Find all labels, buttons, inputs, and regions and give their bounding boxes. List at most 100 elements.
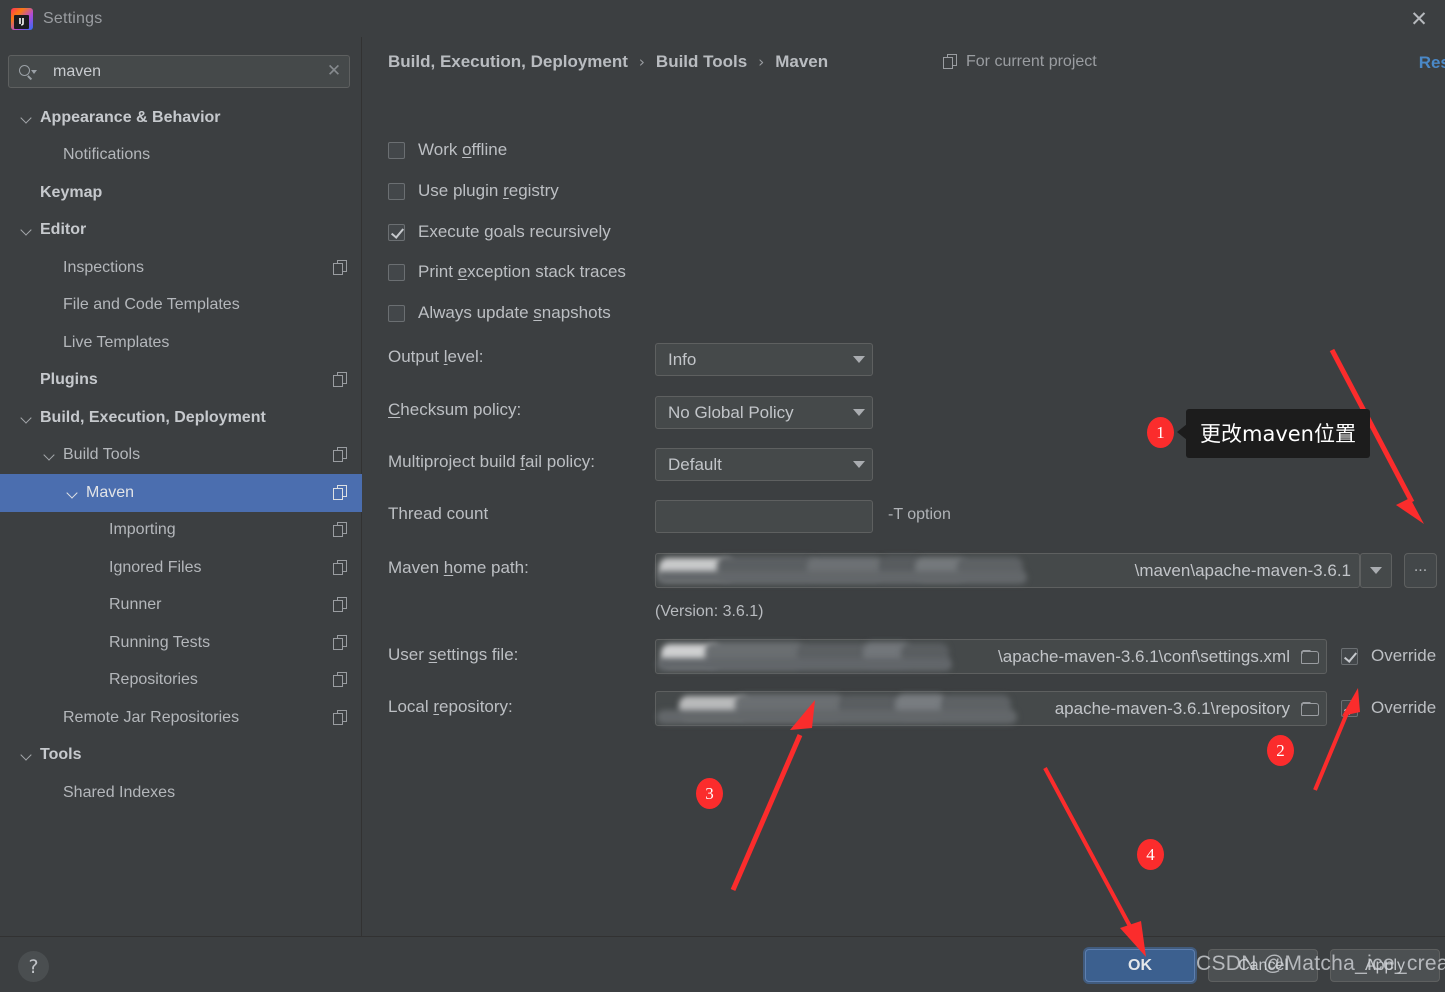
checkbox-print-exception-stack-traces[interactable]: Print exception stack traces <box>388 262 626 282</box>
sidebar-item-importing[interactable]: Importing <box>0 512 362 550</box>
checkbox-label: Use plugin registry <box>418 181 559 200</box>
sidebar-item-live-templates[interactable]: Live Templates <box>0 324 362 362</box>
copy-icon <box>333 672 348 688</box>
user-settings-file-label: User settings file: <box>388 645 519 664</box>
chevron-down-icon[interactable] <box>20 748 34 762</box>
sidebar-item-label: Shared Indexes <box>63 783 176 801</box>
checksum-policy-select[interactable]: No Global Policy <box>655 396 873 429</box>
sidebar-item-shared-indexes[interactable]: Shared Indexes <box>0 774 362 812</box>
checkbox-execute-goals-recursively[interactable]: Execute goals recursively <box>388 222 611 242</box>
sidebar-item-label: Repositories <box>109 671 198 689</box>
folder-icon[interactable] <box>1298 692 1320 725</box>
chevron-down-icon[interactable] <box>846 409 872 416</box>
copy-icon <box>943 54 958 70</box>
settings-tree: Appearance & Behavior Notifications Keymap… <box>0 99 362 812</box>
annotation-marker-1: 1 <box>1147 417 1174 448</box>
folder-icon[interactable] <box>1298 640 1320 673</box>
breadcrumb: Build, Execution, Deployment › Build Too… <box>388 52 828 72</box>
checkbox-box[interactable] <box>388 223 405 241</box>
sidebar-item-label: File and Code Templates <box>63 296 240 314</box>
for-current-project-text: For current project <box>966 53 1097 70</box>
sidebar-item-appearance-behavior[interactable]: Appearance & Behavior <box>0 99 362 137</box>
redaction-overlay <box>657 555 1027 586</box>
sidebar-item-ignored-files[interactable]: Ignored Files <box>0 549 362 587</box>
chevron-down-icon[interactable] <box>20 223 34 237</box>
sidebar-item-maven[interactable]: Maven <box>0 474 362 512</box>
user-settings-override-row[interactable]: Override <box>1341 646 1436 666</box>
annotation-marker-3: 3 <box>696 778 723 809</box>
copy-icon <box>333 709 348 726</box>
sidebar-item-label: Notifications <box>63 146 151 164</box>
user-settings-override-checkbox[interactable] <box>1341 647 1358 665</box>
chevron-down-icon[interactable] <box>20 111 34 125</box>
breadcrumb-item-2[interactable]: Maven <box>775 52 828 72</box>
user-settings-override-label: Override <box>1371 646 1437 665</box>
checkbox-always-update-snapshots[interactable]: Always update snapshots <box>388 303 611 323</box>
reset-link[interactable]: Reset <box>1419 53 1445 73</box>
checkbox-label: Work offline <box>418 140 508 159</box>
checkbox-box[interactable] <box>388 304 405 322</box>
search-input[interactable] <box>40 61 319 82</box>
checkbox-box[interactable] <box>388 182 405 200</box>
redaction-overlay <box>657 641 952 673</box>
sidebar-item-label: Runner <box>109 596 162 614</box>
thread-count-hint: -T option <box>888 506 951 523</box>
annotation-marker-4: 4 <box>1137 839 1164 870</box>
maven-home-path-dropdown[interactable] <box>1360 553 1392 588</box>
for-current-project-label: For current project <box>943 53 1097 71</box>
chevron-down-icon[interactable] <box>43 448 57 462</box>
maven-home-path-row: Maven home path: <box>388 558 529 578</box>
sidebar-item-repositories[interactable]: Repositories <box>0 662 362 700</box>
title-bar: Settings ✕ <box>0 0 1445 37</box>
annotation-callout: 更改maven位置 <box>1177 409 1370 458</box>
checkbox-box[interactable] <box>388 141 405 159</box>
sidebar-item-editor[interactable]: Editor <box>0 212 362 250</box>
sidebar-item-remote-jar-repositories[interactable]: Remote Jar Repositories <box>0 699 362 737</box>
checkbox-label: Always update snapshots <box>418 303 611 322</box>
sidebar-item-keymap[interactable]: Keymap <box>0 174 362 212</box>
multiproject-fail-policy-select[interactable]: Default <box>655 448 873 481</box>
chevron-down-icon[interactable] <box>846 461 872 468</box>
breadcrumb-item-1[interactable]: Build Tools <box>656 52 747 72</box>
local-repository-override-row[interactable]: Override <box>1341 698 1436 718</box>
sidebar-item-notifications[interactable]: Notifications <box>0 137 362 175</box>
sidebar-item-build-tools[interactable]: Build Tools <box>0 437 362 475</box>
search-icon[interactable] <box>18 63 38 81</box>
sidebar-item-runner[interactable]: Runner <box>0 587 362 625</box>
output-level-select[interactable]: Info <box>655 343 873 376</box>
output-level-row: Output level: <box>388 347 483 367</box>
sidebar-item-plugins[interactable]: Plugins <box>0 362 362 400</box>
close-icon[interactable]: ✕ <box>1401 4 1437 34</box>
help-icon[interactable]: ? <box>18 951 49 982</box>
copy-icon <box>333 484 348 501</box>
maven-version-text: (Version: 3.6.1) <box>655 603 764 620</box>
search-box[interactable]: ✕ <box>8 55 350 88</box>
breadcrumb-item-0[interactable]: Build, Execution, Deployment <box>388 52 628 72</box>
sidebar-item-label: Importing <box>109 521 176 539</box>
copy-icon <box>333 372 348 388</box>
sidebar-item-build-execution-deployment[interactable]: Build, Execution, Deployment <box>0 399 362 437</box>
copy-icon <box>333 597 348 613</box>
copy-icon <box>333 447 348 463</box>
checkbox-work-offline[interactable]: Work offline <box>388 140 507 160</box>
checkbox-use-plugin-registry[interactable]: Use plugin registry <box>388 181 559 201</box>
multiproject-fail-policy-label: Multiproject build fail policy: <box>388 452 595 471</box>
maven-home-path-browse-button[interactable]: ... <box>1404 553 1437 588</box>
chevron-down-icon[interactable] <box>66 486 80 500</box>
sidebar-item-label: Build, Execution, Deployment <box>40 408 266 426</box>
checkbox-box[interactable] <box>388 263 405 281</box>
copy-icon <box>333 259 348 276</box>
output-level-value: Info <box>668 349 697 369</box>
chevron-down-icon[interactable] <box>846 356 872 363</box>
local-repository-override-checkbox[interactable] <box>1341 699 1358 717</box>
sidebar-item-tools[interactable]: Tools <box>0 737 362 775</box>
clear-icon[interactable]: ✕ <box>319 63 349 80</box>
thread-count-input[interactable] <box>655 500 873 533</box>
sidebar-item-inspections[interactable]: Inspections <box>0 249 362 287</box>
sidebar-item-file-and-code-templates[interactable]: File and Code Templates <box>0 287 362 325</box>
ok-button[interactable]: OK <box>1085 949 1195 982</box>
user-settings-file-row: User settings file: <box>388 645 518 665</box>
chevron-down-icon[interactable] <box>20 411 34 425</box>
sidebar-item-running-tests[interactable]: Running Tests <box>0 624 362 662</box>
thread-count-label: Thread count <box>388 504 489 523</box>
